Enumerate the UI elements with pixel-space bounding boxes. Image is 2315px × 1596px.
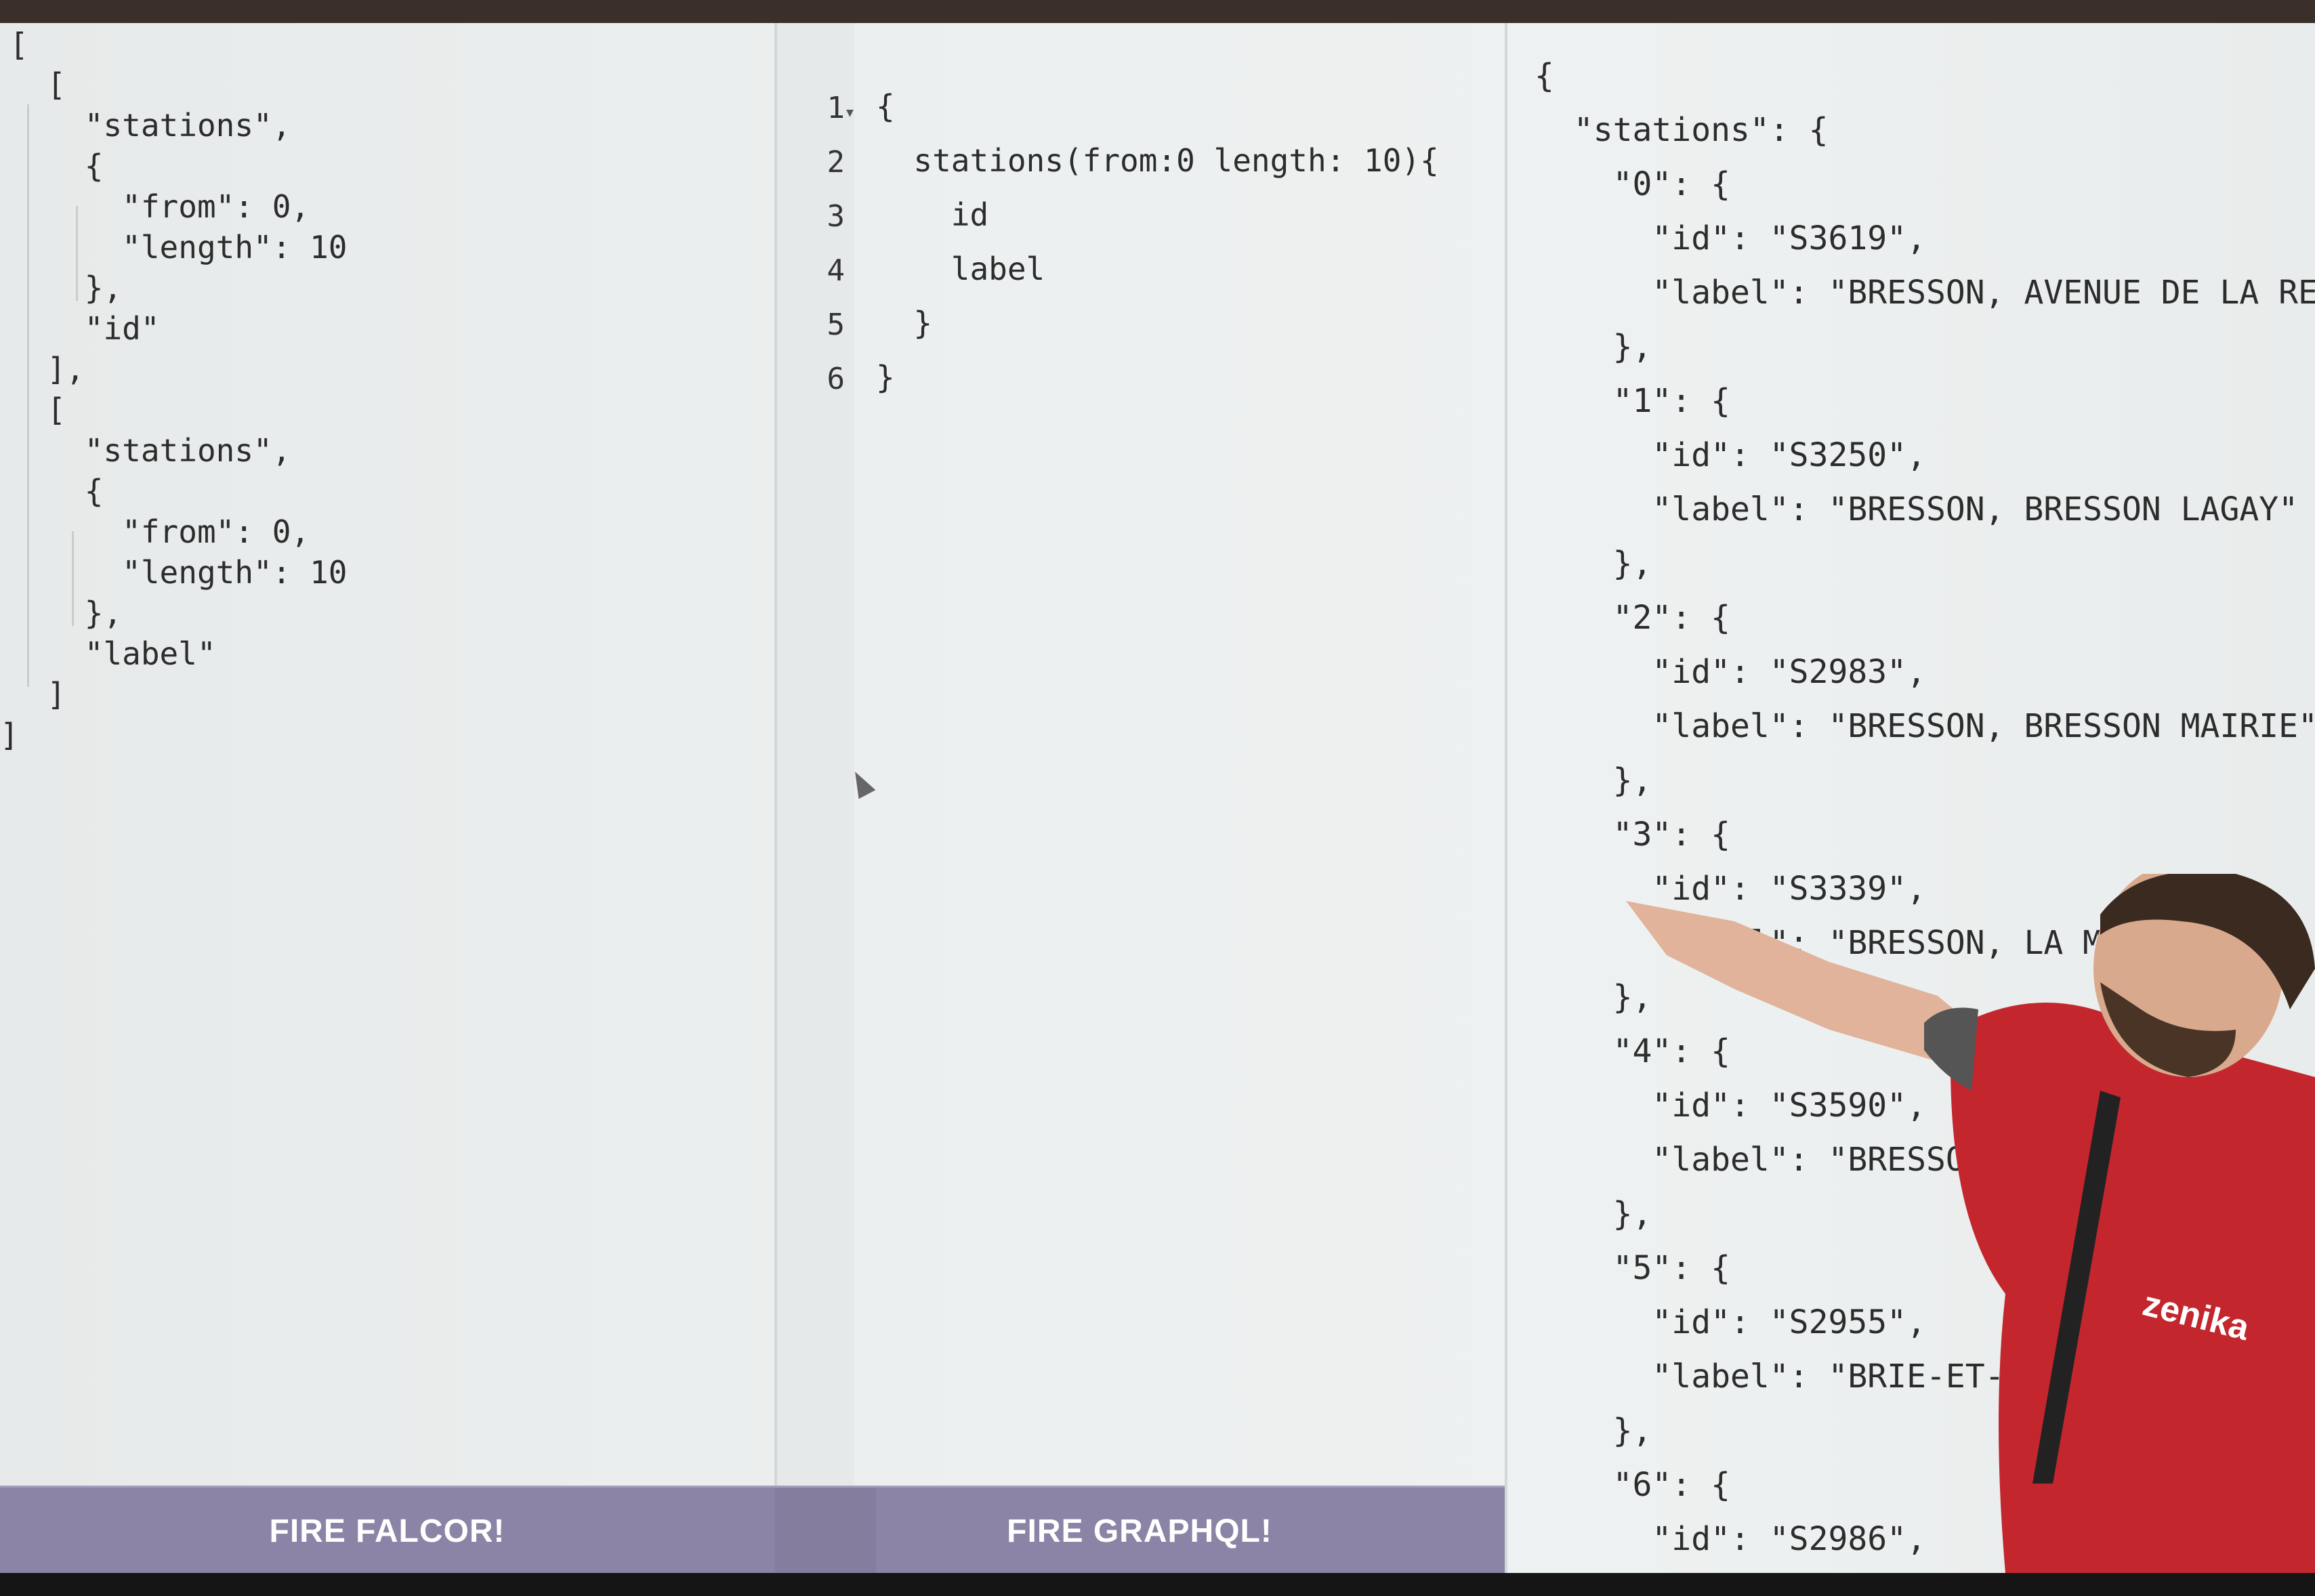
fire-graphql-label: FIRE GRAPHQL! [1007,1513,1272,1549]
line-number: 1 [827,91,846,125]
fire-falcor-label: FIRE FALCOR! [269,1513,505,1549]
result-line: "id": "S3619", [1535,219,1926,257]
code-line: "label" [9,635,216,672]
line-number: 3 [827,199,846,234]
code-line: ] [9,676,66,713]
query-line[interactable]: } [876,359,895,396]
code-line: "length": 10 [9,229,348,266]
projector-bottom-edge [0,1573,2315,1596]
code-line: "length": 10 [9,554,348,591]
result-line: "id": "S3250", [1535,436,1926,474]
query-line[interactable]: } [876,305,932,341]
result-line: "label": "BRESSON, BRESSON LAGAY" [1535,490,2299,528]
result-line: "3": { [1535,816,1730,854]
code-line: [ [9,66,66,103]
result-line: }, [1535,545,1652,583]
code-line: "from": 0, [9,513,310,550]
falcor-request-panel[interactable]: [ [ "stations", { "from": 0, "length": 1… [0,23,774,1486]
result-line: { [1535,57,1554,95]
code-line: "from": 0, [9,188,310,225]
line-number: 2 [827,145,846,180]
query-line[interactable]: label [876,251,1045,287]
result-line: "2": { [1535,599,1730,637]
query-line[interactable]: id [876,196,988,233]
code-line: }, [9,270,123,306]
query-line[interactable]: stations(from:0 length: 10){ [876,142,1438,179]
result-line: }, [1535,328,1652,366]
fire-falcor-button[interactable]: FIRE FALCOR! [0,1486,774,1575]
result-line: "1": { [1535,382,1730,420]
code-line: [ [9,392,66,428]
projector-top-edge [0,0,2315,23]
presenter-photo: zenika [1626,874,2315,1573]
query-line[interactable]: { [876,88,895,125]
line-number: 6 [827,362,846,396]
code-line: [ [9,26,28,63]
code-line: "id" [9,310,160,347]
code-line: ], [9,351,85,387]
line-number: 5 [827,308,846,342]
code-line: "stations", [9,107,291,144]
code-line: "stations", [9,432,291,469]
line-number-gutter: 1 2 3 4 5 6 ▼ [777,23,854,1486]
result-line: "label": "BRESSON, BRESSON MAIRIE" [1535,707,2315,745]
code-line: { [9,473,104,509]
code-line: { [9,148,104,184]
result-line: "label": "BRESSON, AVENUE DE LA REP [1535,274,2315,312]
result-line: }, [1535,761,1652,799]
code-line: ] [0,717,19,753]
result-line: "0": { [1535,165,1730,203]
presenter-shirt [1951,1003,2315,1573]
fold-arrow-icon[interactable]: ▼ [846,106,854,120]
result-line: "id": "S2983", [1535,653,1926,691]
fire-graphql-button[interactable]: FIRE GRAPHQL! [774,1486,1505,1575]
graphql-editor-panel[interactable]: 1 2 3 4 5 6 ▼ { stations(from:0 length: … [774,23,1507,1486]
line-number: 4 [827,253,846,288]
result-line: "stations": { [1535,111,1829,149]
code-line: }, [9,595,123,631]
